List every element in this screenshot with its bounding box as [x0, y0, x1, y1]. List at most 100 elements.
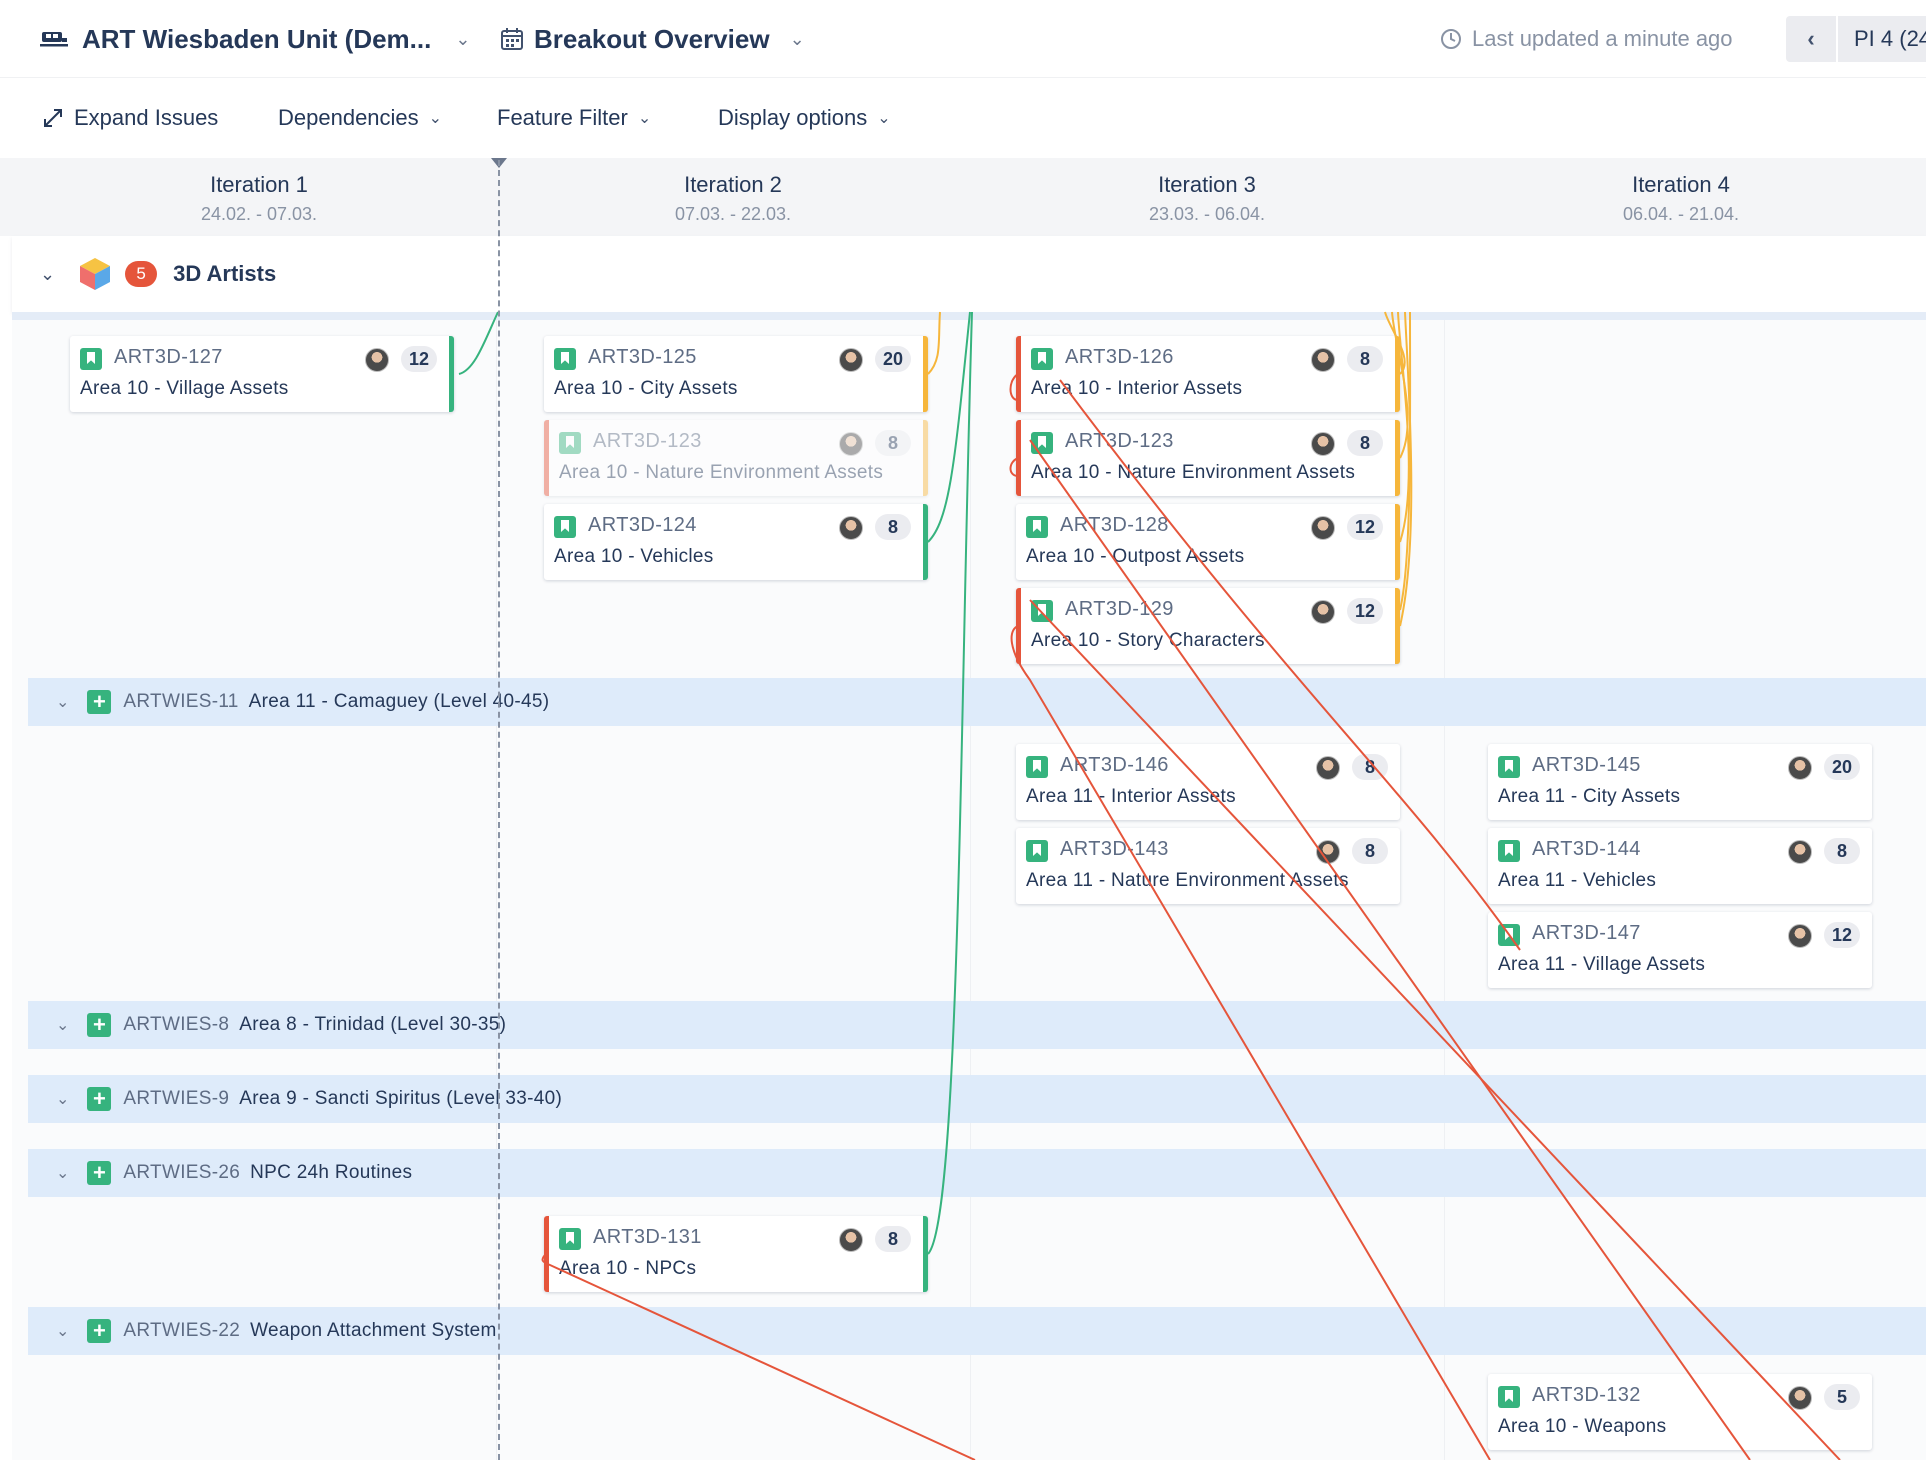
story-icon: [1031, 600, 1053, 622]
chevron-down-icon[interactable]: ⌄: [56, 1321, 69, 1341]
column-divider: [496, 320, 497, 1460]
feature-row[interactable]: ⌄ + ARTWIES-11 Area 11 - Camaguey (Level…: [28, 678, 1926, 726]
story-points-badge: 20: [874, 346, 911, 372]
view-selector[interactable]: Breakout Overview ⌄: [500, 0, 805, 78]
calendar-icon: [501, 28, 523, 50]
issue-card[interactable]: ART3D-143 Area 11 - Nature Environment A…: [1016, 828, 1400, 904]
story-points-badge: 12: [1823, 922, 1860, 948]
issue-card[interactable]: ART3D-128 Area 10 - Outpost Assets 12: [1016, 504, 1400, 580]
issue-card[interactable]: ART3D-126 Area 10 - Interior Assets 8: [1016, 336, 1400, 412]
column-divider: [970, 320, 971, 1460]
iteration-column-4: Iteration 4 06.04. - 21.04.: [1622, 172, 1740, 224]
avatar: [839, 348, 863, 372]
issue-card[interactable]: ART3D-146 Area 11 - Interior Assets 8: [1016, 744, 1400, 820]
team-name: 3D Artists: [173, 261, 277, 286]
display-options-dropdown[interactable]: Display options ⌄: [718, 78, 891, 158]
chevron-down-icon[interactable]: ⌄: [56, 1015, 69, 1035]
story-points-badge: 12: [1346, 514, 1383, 540]
story-points-badge: 5: [1824, 1384, 1860, 1410]
avatar: [1788, 1386, 1812, 1410]
issue-card[interactable]: ART3D-144 Area 11 - Vehicles 8: [1488, 828, 1872, 904]
epic-icon: +: [87, 1161, 112, 1185]
avatar: [1311, 432, 1335, 456]
avatar: [1311, 516, 1335, 540]
avatar: [839, 1228, 863, 1252]
story-points-badge: 20: [1823, 754, 1860, 780]
issue-card[interactable]: ART3D-123 Area 10 - Nature Environment A…: [544, 420, 928, 496]
feature-filter-dropdown[interactable]: Feature Filter ⌄: [497, 78, 651, 158]
chevron-down-icon: ⌄: [637, 110, 652, 127]
issue-card[interactable]: ART3D-129 Area 10 - Story Characters 12: [1016, 588, 1400, 664]
iteration-column-1: Iteration 1 24.02. - 07.03.: [200, 172, 318, 224]
chevron-down-icon: ⌄: [428, 110, 443, 127]
epic-icon: +: [87, 1319, 112, 1343]
chevron-down-icon[interactable]: ⌄: [56, 692, 69, 712]
issue-card[interactable]: ART3D-131 Area 10 - NPCs 8: [544, 1216, 928, 1292]
issue-card[interactable]: ART3D-147 Area 11 - Village Assets 12: [1488, 912, 1872, 988]
chevron-down-icon[interactable]: ⌄: [56, 1163, 69, 1183]
previous-pi-button[interactable]: ‹: [1786, 16, 1836, 62]
avatar: [1311, 348, 1335, 372]
story-icon: [1031, 432, 1053, 454]
chevron-down-icon: ⌄: [789, 28, 805, 49]
dependencies-dropdown[interactable]: Dependencies ⌄: [278, 78, 442, 158]
epic-icon: +: [87, 690, 112, 714]
story-icon: [1026, 756, 1048, 778]
chevron-down-icon[interactable]: ⌄: [40, 264, 55, 285]
avatar: [1788, 840, 1812, 864]
issue-card[interactable]: ART3D-145 Area 11 - City Assets 20: [1488, 744, 1872, 820]
story-icon: [559, 1228, 581, 1250]
chevron-down-icon[interactable]: ⌄: [56, 1089, 69, 1109]
story-points-badge: 8: [1352, 754, 1388, 780]
issue-card[interactable]: ART3D-124 Area 10 - Vehicles 8: [544, 504, 928, 580]
train-icon: [40, 32, 68, 47]
story-icon: [1498, 756, 1520, 778]
issue-card[interactable]: ART3D-132 Area 10 - Weapons 5: [1488, 1374, 1872, 1450]
story-icon: [554, 516, 576, 538]
toolbar: Expand Issues Dependencies ⌄ Feature Fil…: [0, 78, 1926, 158]
feature-row[interactable]: ⌄ + ARTWIES-26 NPC 24h Routines: [28, 1149, 1926, 1197]
avatar: [1316, 756, 1340, 780]
story-icon: [1031, 348, 1053, 370]
avatar: [1788, 924, 1812, 948]
chevron-down-icon: ⌄: [455, 28, 471, 49]
cube-icon: [80, 258, 111, 290]
issue-card[interactable]: ART3D-127 Area 10 - Village Assets 12: [70, 336, 454, 412]
team-row[interactable]: ⌄ 5 3D Artists: [12, 236, 1926, 312]
unit-selector[interactable]: ART Wiesbaden Unit (Dem... ⌄: [40, 0, 470, 78]
pi-selector[interactable]: PI 4 (24: [1838, 16, 1926, 62]
story-points-badge: 8: [875, 514, 911, 540]
top-bar: ART Wiesbaden Unit (Dem... ⌄ Breakout Ov…: [0, 0, 1926, 78]
avatar: [1788, 756, 1812, 780]
story-points-badge: 8: [1347, 346, 1383, 372]
story-points-badge: 8: [875, 430, 911, 456]
feature-row[interactable]: ⌄ + ARTWIES-9 Area 9 - Sancti Spiritus (…: [28, 1075, 1926, 1123]
avatar: [1311, 600, 1335, 624]
iteration-column-3: Iteration 3 23.03. - 06.04.: [1148, 172, 1266, 224]
issue-card[interactable]: ART3D-125 Area 10 - City Assets 20: [544, 336, 928, 412]
iteration-header: Iteration 1 24.02. - 07.03. Iteration 2 …: [0, 158, 1926, 236]
feature-row[interactable]: ⌄ + ARTWIES-22 Weapon Attachment System: [28, 1307, 1926, 1355]
last-updated-text: Last updated a minute ago: [1472, 26, 1733, 51]
clock-icon: [1441, 29, 1461, 49]
iteration-column-2: Iteration 2 07.03. - 22.03.: [674, 172, 792, 224]
story-points-badge: 8: [1352, 838, 1388, 864]
column-divider: [1444, 320, 1445, 1460]
avatar: [839, 432, 863, 456]
story-points-badge: 12: [1346, 598, 1383, 624]
story-icon: [554, 348, 576, 370]
feature-row[interactable]: ⌄ + ARTWIES-8 Area 8 - Trinidad (Level 3…: [28, 1001, 1926, 1049]
story-icon: [1498, 840, 1520, 862]
story-icon: [1026, 840, 1048, 862]
expand-icon: [44, 109, 62, 127]
view-title: Breakout Overview: [534, 23, 770, 54]
story-points-badge: 8: [1824, 838, 1860, 864]
issue-card[interactable]: ART3D-123 Area 10 - Nature Environment A…: [1016, 420, 1400, 496]
story-icon: [80, 348, 102, 370]
story-points-badge: 12: [400, 346, 437, 372]
team-divider: [12, 312, 1926, 320]
avatar: [365, 348, 389, 372]
expand-issues-button[interactable]: Expand Issues: [42, 78, 218, 158]
pi-label: PI 4 (24: [1854, 26, 1926, 51]
story-points-badge: 8: [875, 1226, 911, 1252]
